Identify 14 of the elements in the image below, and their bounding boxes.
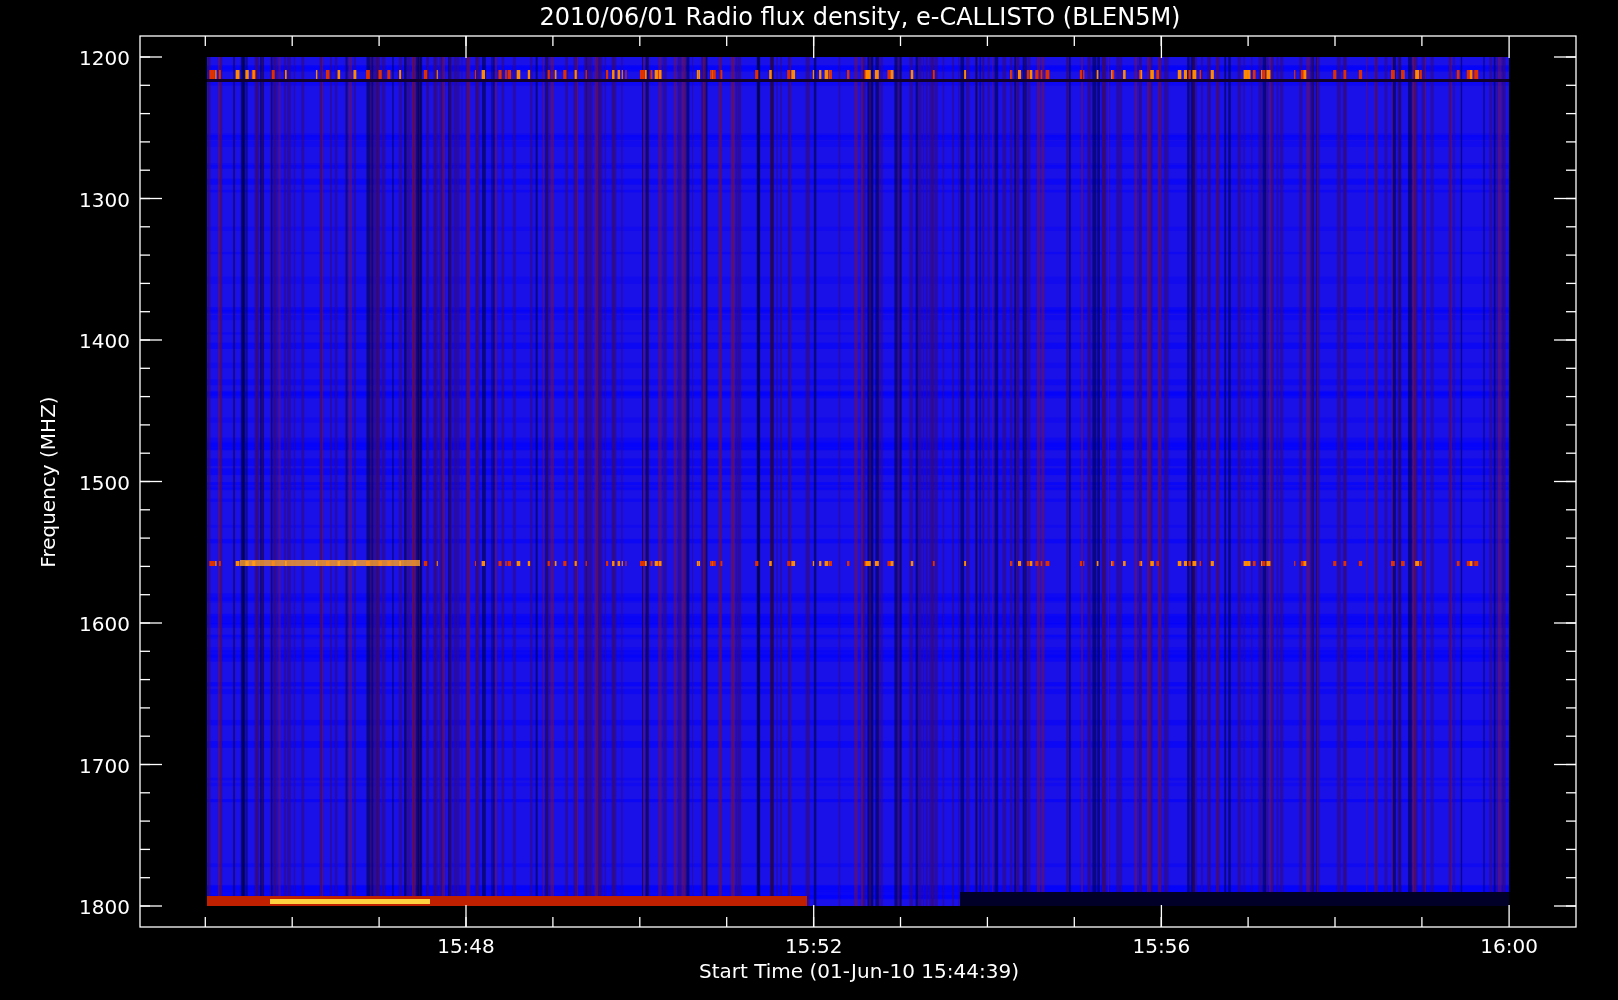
x-tick-label: 15:48 (437, 934, 495, 958)
x-axis-label: Start Time (01-Jun-10 15:44:39) (699, 959, 1019, 983)
y-tick-label: 1400 (79, 329, 130, 353)
x-tick-label: 16:00 (1480, 934, 1538, 958)
y-tick-label: 1300 (79, 187, 130, 212)
y-tick-label: 1600 (79, 612, 130, 636)
x-tick-label: 15:52 (784, 934, 843, 958)
y-tick-label: 1500 (79, 470, 130, 495)
y-tick-label: 1200 (79, 46, 130, 70)
y-tick-label: 1800 (79, 895, 130, 919)
y-tick-label: 1700 (79, 753, 130, 778)
chart-title: 2010/06/01 Radio flux density, e-CALLISTO (BLEN5M) (539, 3, 1181, 31)
y-axis-label: Frequency (MHZ) (36, 396, 60, 568)
x-tick-label: 15:56 (1132, 934, 1191, 958)
